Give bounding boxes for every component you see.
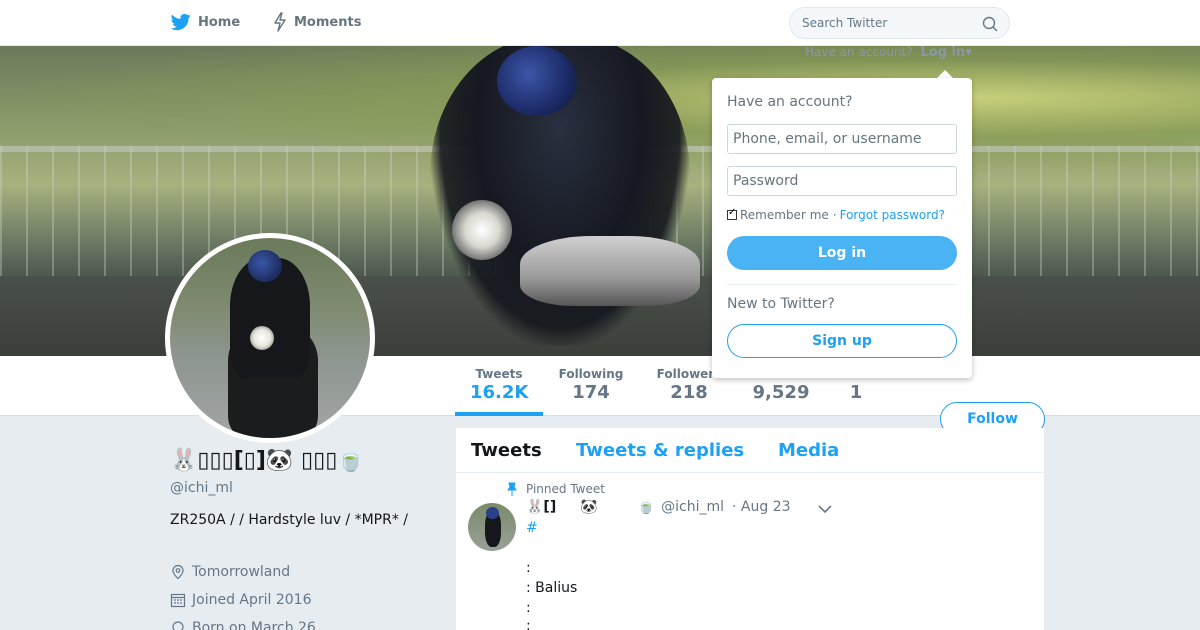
pinned-tweet-label: Pinned Tweet bbox=[506, 482, 605, 496]
tweet-line: : Balius bbox=[526, 580, 578, 596]
twitter-bird-icon bbox=[170, 13, 191, 31]
tab-tweets[interactable]: Tweets bbox=[471, 440, 542, 461]
active-stat-underline bbox=[455, 412, 543, 416]
search-box bbox=[789, 7, 1010, 39]
new-to-twitter-text: New to Twitter? bbox=[727, 296, 835, 312]
remember-checkbox[interactable] bbox=[727, 207, 737, 220]
stat-value: 218 bbox=[670, 382, 708, 403]
avatar-headlight bbox=[250, 326, 274, 350]
avatar-helmet bbox=[248, 250, 282, 282]
profile-joined: Joined April 2016 bbox=[170, 592, 312, 608]
dropdown-title: Have an account? bbox=[727, 94, 853, 110]
account-prompt: Have an account? Log in▾ bbox=[805, 45, 972, 60]
timeline-tabs: Tweets Tweets & replies Media bbox=[456, 428, 1044, 473]
lightning-icon bbox=[274, 12, 286, 32]
pin-icon bbox=[507, 482, 517, 496]
timeline: Tweets Tweets & replies Media Pinned Twe… bbox=[456, 428, 1044, 630]
remember-label[interactable]: Remember me bbox=[740, 208, 829, 222]
tweet-date[interactable]: · Aug 23 bbox=[732, 499, 791, 515]
tab-tweets-replies[interactable]: Tweets & replies bbox=[576, 440, 744, 461]
account-prompt-text: Have an account? bbox=[805, 45, 913, 59]
stat-following[interactable]: Following 174 bbox=[556, 367, 626, 403]
profile-location-text: Tomorrowland bbox=[192, 564, 291, 580]
balloon-icon bbox=[172, 621, 184, 630]
dropdown-caret bbox=[937, 70, 953, 78]
login-toggle[interactable]: Log in▾ bbox=[920, 45, 971, 60]
tweet-name-tea: 🍵 bbox=[637, 499, 656, 515]
profile-handle[interactable]: @ichi_ml bbox=[170, 480, 233, 496]
tweet-avatar[interactable] bbox=[468, 503, 516, 551]
tweet-hashtag[interactable]: # bbox=[526, 520, 538, 536]
tweet-author-name[interactable]: 🐰[] bbox=[526, 499, 556, 515]
stat-label: Following bbox=[558, 367, 624, 381]
dropdown-divider bbox=[727, 284, 957, 285]
profile-birthday: Born on March 26 bbox=[170, 620, 316, 630]
pinned-text: Pinned Tweet bbox=[526, 482, 605, 496]
nav-home-label: Home bbox=[198, 14, 241, 30]
stat-label: Tweets bbox=[475, 367, 523, 381]
nav-home[interactable]: Home bbox=[170, 12, 240, 32]
tweet-line: : bbox=[526, 560, 531, 576]
tweet-avatar-helmet bbox=[486, 507, 499, 519]
stat-value: 174 bbox=[572, 382, 610, 403]
nav-moments-label: Moments bbox=[294, 14, 362, 30]
search-input[interactable] bbox=[802, 14, 972, 32]
tweet-name-panda: 🐼 bbox=[580, 499, 598, 515]
username-field[interactable] bbox=[727, 124, 957, 154]
profile-bio: ZR250A / / Hardstyle luv / *MPR* / bbox=[170, 512, 409, 528]
caret-down-icon: ▾ bbox=[965, 45, 972, 60]
tweet-line: : bbox=[526, 600, 531, 616]
calendar-icon bbox=[170, 593, 186, 608]
nav-moments[interactable]: Moments bbox=[272, 12, 361, 32]
profile-avatar[interactable] bbox=[165, 233, 375, 443]
remember-separator: · bbox=[832, 208, 837, 222]
search-icon[interactable] bbox=[982, 16, 998, 32]
password-field[interactable] bbox=[727, 166, 957, 196]
tweet-author-handle[interactable]: @ichi_ml bbox=[661, 499, 724, 515]
remember-row: Remember me · Forgot password? bbox=[727, 207, 945, 222]
tab-media[interactable]: Media bbox=[778, 440, 839, 461]
header-motorcycle-tank bbox=[520, 236, 700, 306]
tweet-line: : bbox=[526, 618, 531, 630]
tweet-header: 🐰[] 🐼 🍵 @ichi_ml · Aug 23 bbox=[526, 499, 791, 515]
profile-birthday-text: Born on March 26 bbox=[192, 620, 316, 630]
profile-location: Tomorrowland bbox=[170, 564, 290, 580]
profile-name[interactable]: 🐰▯▯▯[▯]🐼 ▯▯▯🍵 bbox=[170, 448, 365, 473]
login-button[interactable]: Log in bbox=[727, 236, 957, 270]
top-nav-bar: Home Moments bbox=[0, 0, 1200, 46]
stat-value: 16.2K bbox=[470, 382, 529, 403]
forgot-password-link[interactable]: Forgot password? bbox=[840, 208, 945, 222]
location-pin-icon bbox=[172, 564, 184, 580]
stat-value: 1 bbox=[849, 382, 863, 403]
stat-tweets[interactable]: Tweets 16.2K bbox=[470, 367, 528, 403]
stat-value: 9,529 bbox=[752, 382, 810, 403]
login-dropdown: Have an account? Remember me · Forgot pa… bbox=[712, 78, 972, 378]
header-headlight bbox=[452, 200, 512, 260]
signup-button[interactable]: Sign up bbox=[727, 324, 957, 358]
login-toggle-label: Log in bbox=[920, 45, 966, 60]
chevron-down-icon[interactable] bbox=[818, 504, 832, 514]
header-helmet bbox=[497, 46, 577, 116]
profile-joined-text: Joined April 2016 bbox=[192, 592, 312, 608]
